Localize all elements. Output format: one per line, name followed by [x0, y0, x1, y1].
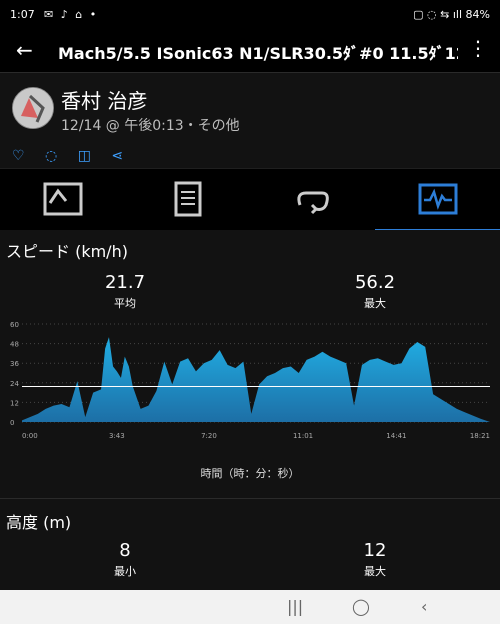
- altitude-section-title: 高度 (m): [6, 513, 72, 532]
- altitude-max-value: 12: [363, 540, 387, 561]
- camera-icon[interactable]: ◫: [78, 148, 91, 164]
- charts-icon: [418, 183, 457, 215]
- system-indicators: ▢ ◌ ⇆ ıll 84%: [413, 8, 490, 21]
- x-tick-label: 7:20: [201, 432, 217, 440]
- notification-icons: ✉ ♪ ⌂ •: [44, 8, 99, 21]
- altitude-min: 8 最小: [80, 540, 170, 579]
- speed-average: 21.7 平均: [80, 272, 170, 311]
- avatar-image: [13, 88, 53, 128]
- share-icon[interactable]: ⋖: [111, 148, 123, 164]
- app-bar: ← Mach5/5.5 ISonic63 N1/SLR30.5ﾀﾞ#0 11.5…: [0, 28, 500, 72]
- tab-charts[interactable]: [375, 169, 500, 231]
- speed-section-title: スピード (km/h): [6, 242, 128, 261]
- speed-chart-svg: 0 12 24 36 48 60 0:00 3:43 7:20 11:01 14:41 18:21: [10, 321, 490, 440]
- tab-bar: [0, 168, 500, 231]
- back-nav-icon[interactable]: ‹: [421, 597, 427, 616]
- y-tick-label: 48: [10, 341, 19, 349]
- y-tick-label: 36: [10, 360, 19, 368]
- y-tick-label: 60: [10, 321, 19, 329]
- y-tick-label: 0: [10, 419, 14, 427]
- user-name[interactable]: 香村 治彦: [61, 85, 147, 114]
- section-divider: [0, 498, 500, 499]
- x-tick-label: 3:43: [109, 432, 125, 440]
- page-title: Mach5/5.5 ISonic63 N1/SLR30.5ﾀﾞ#0 11.5ﾀﾞ…: [58, 44, 458, 63]
- altitude-max-label: 最大: [364, 565, 386, 578]
- tab-summary[interactable]: [0, 169, 125, 229]
- y-tick-label: 24: [10, 380, 19, 388]
- x-tick-label: 14:41: [386, 432, 406, 440]
- y-tick-label: 12: [10, 399, 19, 407]
- summary-icon: [43, 182, 82, 216]
- action-row: ♡ ◌ ◫ ⋖: [12, 148, 139, 164]
- altitude-min-value: 8: [119, 540, 131, 561]
- laps-icon: [296, 191, 329, 215]
- speed-chart: 0 12 24 36 48 60 0:00 3:43 7:20 11:01 14:41 18:21: [0, 318, 500, 483]
- status-bar: 1:07 ✉ ♪ ⌂ • ▢ ◌ ⇆ ıll 84%: [0, 0, 500, 28]
- speed-average-value: 21.7: [104, 272, 146, 293]
- tab-details[interactable]: [125, 169, 250, 229]
- speed-area: [22, 337, 490, 422]
- altitude-max: 12 最大: [330, 540, 420, 579]
- home-icon[interactable]: ◯: [352, 597, 370, 616]
- speed-max-value: 56.2: [354, 272, 396, 293]
- speed-max: 56.2 最大: [330, 272, 420, 311]
- battery-level: 84%: [465, 8, 490, 21]
- x-tick-label: 11:01: [293, 432, 313, 440]
- back-arrow-icon[interactable]: ←: [16, 38, 33, 62]
- x-axis-title: 時間（時：分：秒）: [200, 467, 300, 480]
- recent-apps-icon[interactable]: |||: [287, 597, 303, 616]
- altitude-min-label: 最小: [114, 565, 136, 578]
- x-tick-label: 18:21: [470, 432, 490, 440]
- heart-icon[interactable]: ♡: [12, 148, 25, 164]
- speed-max-label: 最大: [364, 297, 386, 310]
- activity-meta: 12/14 @ 午後0:13・その他: [61, 118, 240, 134]
- comment-icon[interactable]: ◌: [45, 148, 57, 164]
- system-nav-bar: ||| ◯ ‹: [0, 590, 500, 624]
- signal-icons: ▢ ◌ ⇆ ıll: [413, 8, 463, 21]
- speed-average-label: 平均: [114, 297, 136, 310]
- clock: 1:07: [10, 8, 35, 21]
- activity-header: 香村 治彦 12/14 @ 午後0:13・その他 ♡ ◌ ◫ ⋖: [0, 72, 500, 169]
- tab-laps[interactable]: [250, 169, 375, 229]
- document-icon: [174, 181, 201, 217]
- overflow-menu-icon[interactable]: ⋮: [468, 36, 488, 60]
- x-tick-label: 0:00: [22, 432, 38, 440]
- avatar[interactable]: [12, 87, 54, 129]
